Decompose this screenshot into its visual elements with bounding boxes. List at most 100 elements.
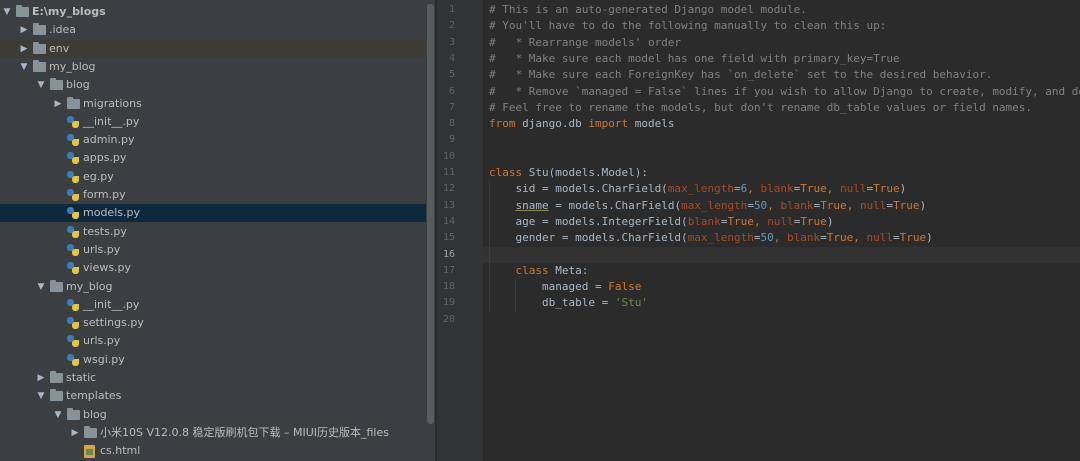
tree-item-label: views.py — [83, 261, 132, 275]
line-number: 2 — [448, 20, 455, 32]
tree-item[interactable]: ▶ env — [0, 39, 426, 58]
python-file-icon — [67, 243, 80, 257]
line-number: 11 — [442, 167, 455, 178]
tree-item[interactable]: ▼ E:\my_blogs — [0, 3, 426, 21]
expand-arrow-down-icon[interactable]: ▼ — [2, 3, 12, 21]
expand-arrow-right-icon[interactable]: ▶ — [19, 40, 29, 58]
tree-item[interactable]: ▶ 小米10S V12.0.8 稳定版刷机包下载 – MIUI历史版本_files — [0, 424, 426, 442]
line-number: 3 — [448, 36, 455, 48]
code-line[interactable]: sid = models.CharField(max_length=6, bla… — [489, 181, 906, 197]
expand-arrow-down-icon[interactable]: ▼ — [53, 406, 63, 424]
tree-item[interactable]: ▼ my_blog — [0, 278, 426, 296]
tree-item-label: env — [49, 41, 70, 55]
python-file-icon — [67, 134, 80, 147]
tree-item[interactable]: ▶ migrations — [0, 95, 426, 113]
code-line[interactable]: class Meta: — [489, 263, 589, 279]
tree-item[interactable]: ▼ templates — [0, 387, 426, 405]
tree-item-label: eg.py — [83, 169, 114, 183]
folder-icon — [50, 78, 63, 91]
expand-arrow-down-icon[interactable]: ▼ — [36, 76, 46, 94]
tree-item-label: settings.py — [83, 316, 144, 330]
python-file-icon — [67, 298, 80, 312]
tree-item[interactable]: ▼ blog — [0, 406, 426, 424]
folder-icon — [67, 407, 80, 420]
tree-item[interactable]: form.py — [0, 186, 426, 204]
code-editor[interactable]: # This is an auto-generated Django model… — [483, 0, 1080, 461]
tree-item[interactable]: urls.py — [0, 241, 426, 259]
line-number: 7 — [448, 101, 455, 113]
expand-arrow-down-icon[interactable]: ▼ — [36, 387, 46, 405]
python-file-icon — [67, 189, 80, 202]
line-number: 6 — [448, 85, 455, 97]
line-number: 10 — [442, 150, 455, 162]
tree-item[interactable]: views.py — [0, 259, 426, 277]
folder-icon — [67, 96, 80, 109]
scrollbar-thumb[interactable] — [427, 4, 434, 424]
tree-item[interactable]: tests.py — [0, 223, 426, 241]
line-number: 4 — [448, 52, 455, 64]
python-file-icon — [67, 152, 80, 165]
python-file-icon — [67, 115, 80, 129]
expand-arrow-right-icon[interactable]: ▶ — [70, 424, 80, 442]
code-line[interactable]: # You'll have to do the following manual… — [489, 18, 886, 34]
code-line[interactable]: # * Rearrange models' order — [489, 35, 681, 51]
tree-item-label: templates — [66, 389, 122, 403]
code-line[interactable]: # * Make sure each ForeignKey has `on_de… — [489, 67, 992, 83]
tree-item-label: static — [66, 371, 97, 384]
tree-item-label: my_blog — [49, 59, 96, 73]
code-line[interactable]: class Stu(models.Model): — [489, 165, 648, 181]
tree-item-label: models.py — [83, 206, 140, 220]
code-line[interactable]: from django.db import models — [489, 116, 674, 132]
line-number: 15 — [442, 232, 455, 244]
python-file-icon — [67, 335, 80, 348]
folder-icon — [50, 389, 63, 402]
project-tree-scrollbar[interactable] — [426, 0, 435, 461]
tree-item-label: 小米10S V12.0.8 稳定版刷机包下载 – MIUI历史版本_files — [100, 425, 389, 439]
tree-item-label: tests.py — [83, 224, 127, 238]
tree-item-label: __init__.py — [83, 114, 140, 128]
tree-item[interactable]: ▼ blog — [0, 76, 426, 94]
tree-item-label: admin.py — [83, 133, 135, 147]
tree-item[interactable]: wsgi.py — [0, 351, 426, 369]
line-number: 8 — [448, 118, 455, 130]
code-line[interactable]: # * Make sure each model has one field w… — [489, 51, 900, 67]
python-file-icon — [67, 170, 80, 184]
code-line[interactable]: db_table = 'Stu' — [489, 295, 648, 311]
code-line[interactable]: # * Remove `managed = False` lines if yo… — [489, 84, 1080, 100]
python-file-icon — [67, 262, 80, 275]
expand-arrow-down-icon[interactable]: ▼ — [36, 278, 46, 296]
expand-arrow-right-icon[interactable]: ▶ — [53, 95, 63, 113]
line-number: 17 — [442, 264, 455, 276]
tree-item[interactable]: admin.py — [0, 131, 426, 149]
tree-item[interactable]: ▼ my_blog — [0, 58, 426, 76]
tree-item[interactable]: ▶ .idea — [0, 21, 426, 39]
tree-item[interactable]: eg.py — [0, 168, 426, 186]
line-number: 16 — [442, 248, 455, 260]
code-line[interactable]: # This is an auto-generated Django model… — [489, 2, 807, 18]
tree-item-label: form.py — [83, 188, 126, 201]
code-line[interactable]: gender = models.CharField(max_length=50,… — [489, 230, 932, 246]
code-line[interactable]: # Feel free to rename the models, but do… — [489, 100, 1032, 116]
tree-item-label: blog — [66, 78, 90, 92]
python-file-icon — [67, 353, 80, 367]
expand-arrow-right-icon[interactable]: ▶ — [36, 369, 46, 387]
tree-item[interactable]: __init__.py — [0, 296, 426, 314]
code-line[interactable]: sname = models.CharField(max_length=50, … — [489, 198, 927, 214]
tree-item[interactable]: models.py — [0, 204, 426, 223]
tree-item[interactable]: ▶ static — [0, 369, 426, 387]
expand-arrow-right-icon[interactable]: ▶ — [19, 21, 29, 39]
code-line[interactable]: age = models.IntegerField(blank=True, nu… — [489, 214, 833, 230]
tree-item[interactable]: __init__.py — [0, 113, 426, 131]
tree-item[interactable]: urls.py — [0, 332, 426, 350]
folder-icon — [33, 41, 46, 54]
code-line[interactable]: managed = False — [489, 279, 641, 295]
line-number: 12 — [442, 183, 455, 195]
tree-item[interactable]: settings.py — [0, 314, 426, 332]
expand-arrow-down-icon[interactable]: ▼ — [19, 58, 29, 76]
html-file-icon — [84, 445, 95, 459]
tree-item[interactable]: cs.html — [0, 442, 426, 460]
folder-icon — [50, 279, 63, 292]
tree-item[interactable]: apps.py — [0, 149, 426, 167]
folder-icon — [16, 5, 29, 17]
tree-item-label: urls.py — [83, 242, 121, 256]
